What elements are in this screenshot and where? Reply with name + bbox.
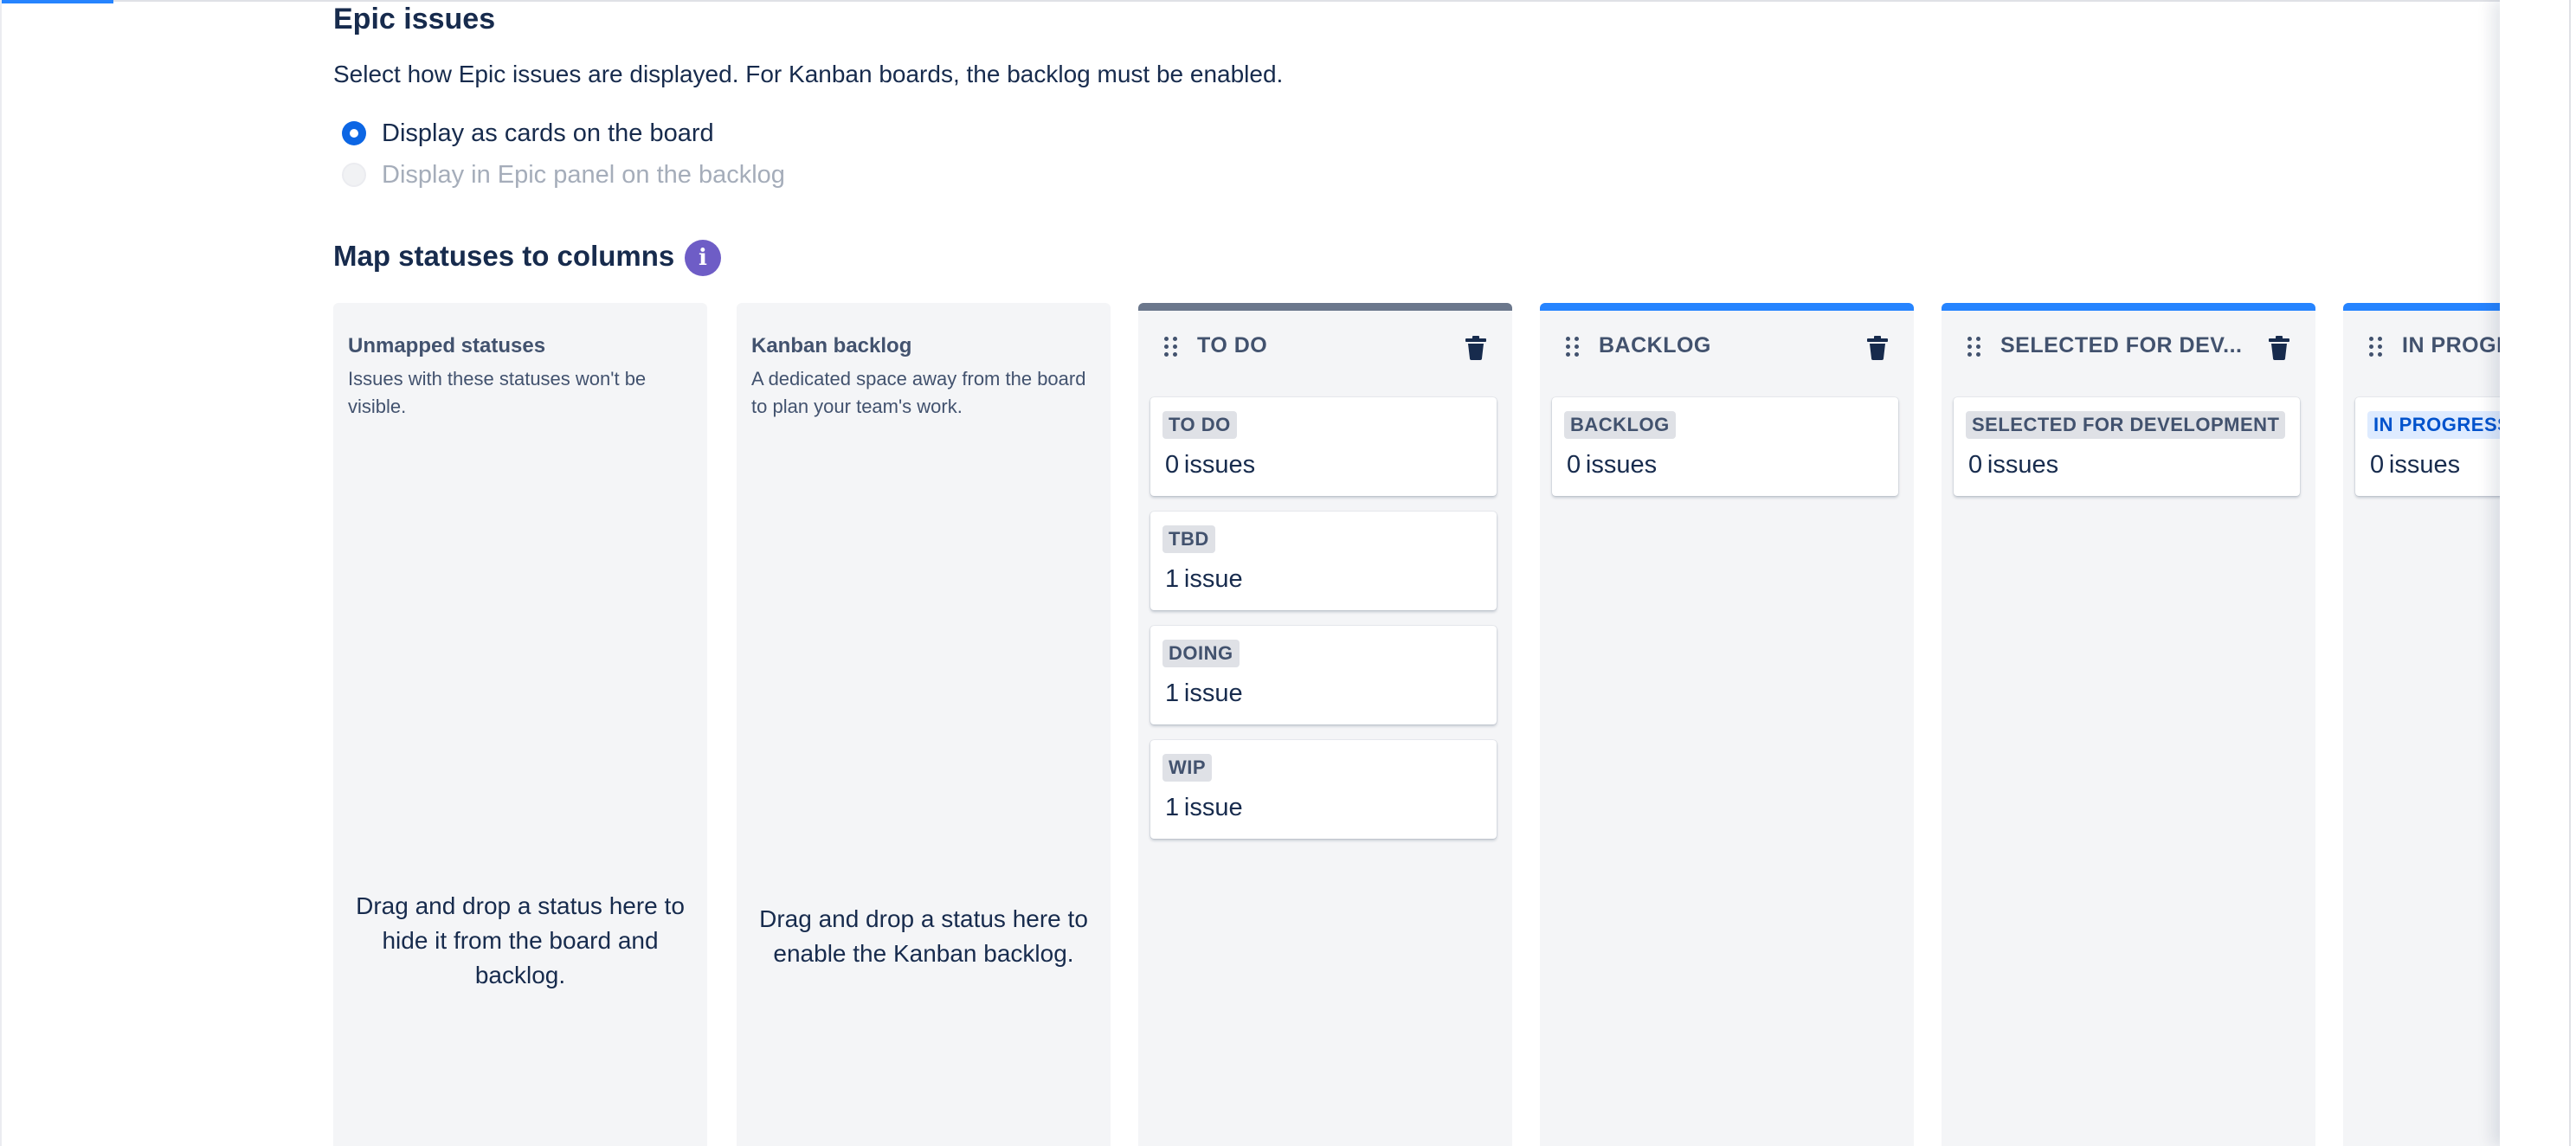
column-title[interactable]: BACKLOG [1599, 333, 1711, 358]
issue-count: 0 issues [1567, 451, 1658, 479]
issue-count: 1 issue [1165, 679, 1243, 707]
unmapped-statuses-dropzone[interactable]: Unmapped statuses Issues with these stat… [333, 303, 707, 1146]
column-title[interactable]: IN PROGRESS [2402, 333, 2500, 358]
trash-icon[interactable] [1465, 336, 1487, 360]
status-card[interactable]: WIP 1 issue [1150, 740, 1497, 839]
epic-option-cards[interactable]: Display as cards on the board [342, 116, 714, 151]
kanban-backlog-dropzone[interactable]: Kanban backlog A dedicated space away fr… [737, 303, 1111, 1146]
trash-icon[interactable] [2268, 336, 2290, 360]
status-card[interactable]: SELECTED FOR DEVELOPMENT 0 issues [1954, 397, 2300, 496]
status-card[interactable]: BACKLOG 0 issues [1552, 397, 1898, 496]
status-card[interactable]: DOING 1 issue [1150, 626, 1497, 724]
status-lozenge: TBD [1162, 525, 1215, 553]
side-panel-edge [2500, 0, 2576, 1146]
issue-count: 0 issues [2370, 451, 2461, 479]
column-header: IN PROGRESS [2343, 330, 2500, 368]
epic-option-panel-label: Display in Epic panel on the backlog [382, 161, 785, 189]
status-lozenge: DOING [1162, 640, 1240, 667]
issue-count: 0 issues [1165, 451, 1256, 479]
map-statuses-heading: Map statuses to columns [333, 240, 675, 272]
status-lozenge: TO DO [1162, 411, 1237, 439]
column-in-progress[interactable]: IN PROGRESS IN PROGRESS 0 issues [2343, 303, 2500, 1146]
column-to-do[interactable]: TO DO TO DO 0 issues TBD 1 issue DOING 1… [1138, 303, 1512, 1146]
drag-handle-icon[interactable] [1164, 337, 1178, 357]
left-edge [0, 0, 2, 1146]
issue-count: 1 issue [1165, 794, 1243, 821]
status-lozenge: WIP [1162, 754, 1213, 782]
kanban-backlog-title: Kanban backlog [751, 334, 912, 357]
epic-issues-description: Select how Epic issues are displayed. Fo… [333, 61, 1284, 87]
issue-count: 0 issues [1968, 451, 2059, 479]
status-lozenge: BACKLOG [1564, 411, 1676, 439]
kanban-backlog-subtitle: A dedicated space away from the board to… [751, 368, 1086, 417]
loading-progress-bar [0, 0, 113, 3]
trash-icon[interactable] [1866, 336, 1889, 360]
epic-option-cards-label: Display as cards on the board [382, 119, 714, 147]
status-card[interactable]: TO DO 0 issues [1150, 397, 1497, 496]
radio-checked-icon[interactable] [342, 121, 366, 145]
epic-option-panel: Display in Epic panel on the backlog [342, 158, 785, 192]
column-header: SELECTED FOR DEV... [1942, 330, 2315, 368]
column-title[interactable]: SELECTED FOR DEV... [2000, 333, 2242, 358]
status-card[interactable]: TBD 1 issue [1150, 512, 1497, 610]
epic-issues-heading: Epic issues [333, 3, 496, 35]
status-lozenge: SELECTED FOR DEVELOPMENT [1966, 411, 2286, 439]
unmapped-drop-hint: Drag and drop a status here to hide it f… [356, 892, 685, 988]
drag-handle-icon[interactable] [2369, 337, 2383, 357]
column-header: BACKLOG [1540, 330, 1914, 368]
issue-count: 1 issue [1165, 565, 1243, 593]
unmapped-statuses-title: Unmapped statuses [348, 334, 546, 357]
drag-handle-icon[interactable] [1967, 337, 1981, 357]
column-backlog[interactable]: BACKLOG BACKLOG 0 issues [1540, 303, 1914, 1146]
status-columns-board: Unmapped statuses Issues with these stat… [333, 303, 2500, 1146]
info-icon[interactable]: i [685, 240, 721, 276]
status-card[interactable]: IN PROGRESS 0 issues [2355, 397, 2500, 496]
drag-handle-icon[interactable] [1566, 337, 1580, 357]
column-header: TO DO [1138, 330, 1512, 368]
column-title[interactable]: TO DO [1197, 333, 1267, 358]
side-panel-border [2569, 0, 2571, 1146]
column-selected-for-development[interactable]: SELECTED FOR DEV... SELECTED FOR DEVELOP… [1942, 303, 2315, 1146]
radio-disabled-icon [342, 163, 366, 187]
kanban-backlog-drop-hint: Drag and drop a status here to enable th… [759, 905, 1088, 967]
unmapped-statuses-subtitle: Issues with these statuses won't be visi… [348, 368, 647, 417]
status-lozenge: IN PROGRESS [2367, 411, 2500, 439]
